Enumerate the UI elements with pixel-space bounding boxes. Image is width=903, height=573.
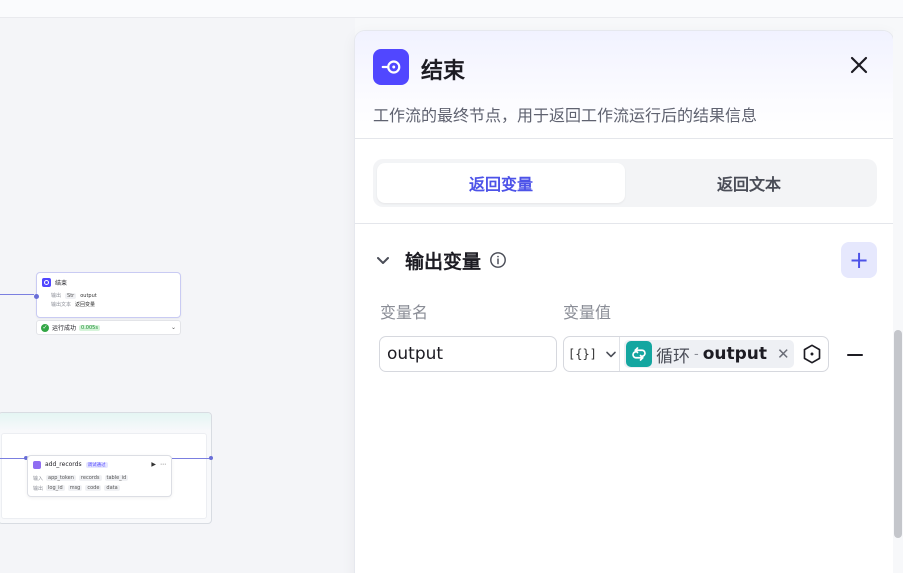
row-label: 输入 — [33, 475, 44, 482]
node-title: add_records — [45, 461, 82, 468]
param-tag: table_id — [104, 475, 129, 481]
variable-reference-icon[interactable] — [801, 343, 823, 365]
edge-line — [0, 458, 26, 459]
ref-separator: - — [694, 346, 699, 362]
param-tag: msg — [67, 485, 83, 491]
section-title: 输出变量 — [405, 250, 482, 273]
time-badge: 0.005s — [79, 324, 100, 331]
row-value: output — [80, 292, 97, 299]
variable-name-input[interactable]: output — [379, 336, 557, 372]
object-type-icon: [{}] — [568, 347, 597, 361]
row-value: 返回变量 — [75, 302, 96, 308]
ref-node-name: 循环 — [656, 346, 690, 367]
chevron-down-icon[interactable]: ⌄ — [171, 324, 176, 331]
end-node-config-panel: 结束 工作流的最终节点，用于返回工作流运行后的结果信息 返回变量 返回文本 输出… — [355, 31, 893, 573]
top-bar — [0, 0, 903, 18]
end-node-title: 结束 — [55, 279, 68, 287]
output-variables-section-header: 输出变量 + — [373, 242, 877, 278]
status-text: 运行成功 — [52, 325, 77, 332]
tab-return-text[interactable]: 返回文本 — [625, 163, 873, 203]
param-tag: log_id — [46, 485, 65, 491]
divider — [355, 223, 893, 224]
plugin-icon — [33, 460, 41, 469]
port-dot[interactable] — [209, 456, 213, 460]
more-icon[interactable]: ⋯ — [160, 461, 166, 468]
loop-icon — [626, 341, 652, 367]
info-icon[interactable] — [489, 251, 507, 269]
edge-line — [0, 294, 34, 295]
tab-return-variable[interactable]: 返回变量 — [377, 163, 625, 203]
column-label-value: 变量值 — [563, 303, 612, 322]
input-port[interactable] — [34, 294, 39, 299]
workflow-canvas[interactable]: 结束 输出 Str output 输出文本 返回变量 ✓ 运行成功 0.005s… — [0, 18, 355, 573]
panel-title: 结束 — [421, 59, 466, 84]
output-mode-tabs: 返回变量 返回文本 — [373, 159, 877, 207]
panel-header: 结束 工作流的最终节点，用于返回工作流运行后的结果信息 — [355, 31, 893, 139]
panel-description: 工作流的最终节点，用于返回工作流运行后的结果信息 — [373, 106, 758, 125]
row-label: 输出 — [33, 485, 44, 492]
scrollbar-thumb[interactable] — [894, 330, 902, 538]
param-tag: records — [78, 475, 102, 481]
end-node-card[interactable]: 结束 输出 Str output 输出文本 返回变量 — [34, 272, 181, 318]
end-node-icon — [373, 49, 409, 85]
chevron-down-icon[interactable] — [373, 250, 393, 270]
debug-badge: 调试通过 — [85, 461, 108, 468]
remove-row-icon[interactable] — [843, 343, 867, 367]
run-icon[interactable]: ▶ — [151, 461, 156, 468]
run-status-bar[interactable]: ✓ 运行成功 0.005s ⌄ — [36, 320, 181, 335]
end-node-icon — [42, 277, 51, 287]
column-label-name: 变量名 — [380, 303, 429, 322]
inputs-row: 输入 app_token records table_id — [28, 473, 171, 483]
param-tag: code — [85, 485, 102, 491]
row-label: 输出文本 — [51, 302, 72, 308]
row-label: 输出 — [51, 293, 62, 299]
add-records-node-card[interactable]: add_records 调试通过 ▶ ⋯ 输入 app_token records… — [27, 455, 172, 497]
param-tag: data — [104, 485, 120, 491]
edge-line — [172, 458, 210, 459]
ref-variable-name: output — [702, 344, 768, 364]
add-variable-button[interactable]: + — [841, 242, 877, 278]
success-check-icon: ✓ — [41, 323, 49, 332]
type-tag: Str — [65, 292, 77, 299]
loop-header-strip — [0, 413, 211, 431]
variable-reference-chip[interactable]: 循环 - output ✕ — [624, 340, 794, 368]
close-icon[interactable] — [847, 53, 871, 77]
clear-icon[interactable]: ✕ — [777, 345, 790, 363]
param-tag: app_token — [46, 475, 76, 481]
outputs-row: 输出 log_id msg code data — [28, 483, 171, 493]
variable-value-field[interactable]: [{}] 循环 - output ✕ — [563, 336, 829, 372]
type-select[interactable]: [{}] — [564, 337, 620, 371]
chevron-down-icon — [606, 351, 616, 358]
